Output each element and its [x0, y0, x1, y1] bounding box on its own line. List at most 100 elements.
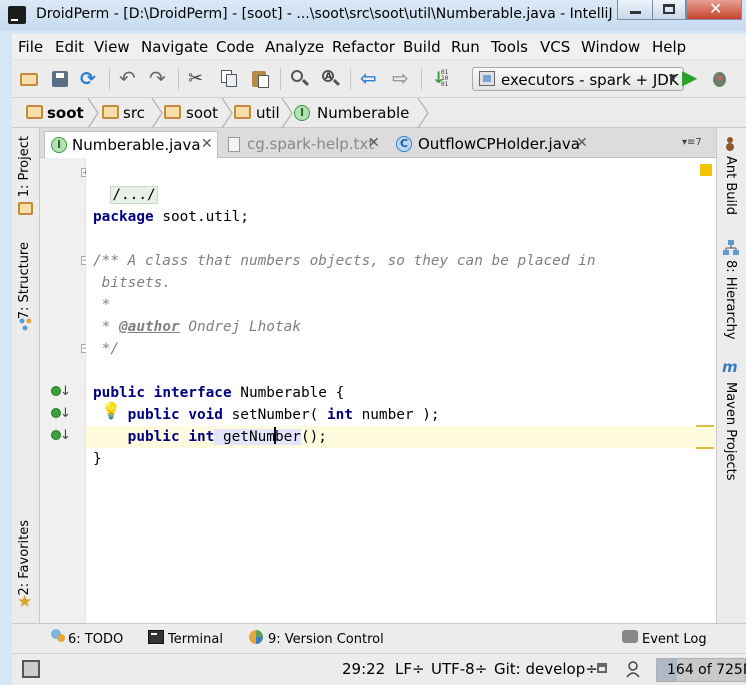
right-tool-window-strip: Ant Build 8: Hierarchy m Maven Projects	[716, 128, 746, 623]
git-branch[interactable]: Git: develop÷	[494, 660, 598, 678]
window-title: DroidPerm - [D:\DroidPerm] - [soot] - ..…	[36, 6, 646, 22]
editor-tab-bar: I Numberable.java ✕ cg.spark-help.txt ✕ …	[40, 128, 716, 158]
package-name: soot.util;	[153, 209, 249, 225]
error-stripe-indicator[interactable]	[700, 164, 712, 176]
menu-window[interactable]: Window	[581, 38, 640, 56]
tab-cg-spark-help-txt[interactable]: cg.spark-help.txt ✕	[222, 131, 386, 158]
line-separator[interactable]: LF÷	[395, 660, 425, 678]
close-tab-icon[interactable]: ✕	[368, 135, 380, 151]
menu-run[interactable]: Run	[451, 38, 480, 56]
down-arrow-icon: ↓	[60, 428, 71, 443]
keyword: interface	[153, 385, 232, 401]
menu-tools[interactable]: Tools	[491, 38, 528, 56]
breadcrumb-label: soot	[47, 104, 84, 122]
status-bar: 29:22 LF÷ UTF-8÷ Git: develop÷ 164 of 72…	[12, 653, 746, 685]
back-icon[interactable]: ⇦	[360, 68, 380, 88]
tool-window-maven-projects[interactable]: Maven Projects	[723, 382, 738, 481]
redo-icon[interactable]: ↷	[149, 68, 169, 88]
run-config-label: executors - spark + JDK	[501, 71, 679, 89]
toolbar-separator	[109, 68, 110, 90]
todo-icon	[50, 628, 66, 644]
find-icon[interactable]	[290, 70, 310, 88]
breadcrumb-separator	[150, 97, 164, 129]
undo-icon[interactable]: ↶	[119, 68, 139, 88]
ant-build-tool-label: Ant Build	[723, 156, 738, 215]
package-folder-icon	[234, 105, 251, 119]
interface-icon: I	[294, 105, 310, 121]
keyword: public	[127, 407, 180, 423]
tab-numberable-java[interactable]: I Numberable.java ✕	[44, 131, 218, 158]
code-line: *	[93, 297, 111, 313]
file-encoding[interactable]: UTF-8÷	[431, 660, 487, 678]
tool-window-todo[interactable]: 6: TODO	[68, 632, 123, 647]
tool-window-hierarchy[interactable]: 8: Hierarchy	[723, 260, 738, 340]
tool-window-event-log[interactable]: Event Log	[642, 632, 707, 647]
javadoc-tag: @author	[119, 319, 180, 335]
copy-icon[interactable]	[219, 70, 239, 88]
menu-vcs[interactable]: VCS	[540, 38, 570, 56]
project-folder-icon	[18, 202, 33, 215]
debug-icon[interactable]	[710, 70, 730, 88]
maximize-button[interactable]	[652, 0, 686, 20]
forward-icon[interactable]: ⇨	[392, 68, 412, 88]
lock-icon[interactable]	[597, 663, 607, 673]
tool-window-ant-build[interactable]: Ant Build	[723, 156, 738, 215]
code-text: Numberable {	[231, 385, 345, 401]
tool-window-terminal[interactable]: Terminal	[168, 632, 223, 647]
breadcrumb-item-soot-module[interactable]: soot	[18, 98, 88, 128]
package-folder-icon	[164, 105, 181, 119]
code-text: setNumber(	[222, 407, 327, 423]
inspector-icon[interactable]	[624, 660, 642, 678]
folded-region[interactable]: /.../	[110, 186, 158, 204]
menu-refactor[interactable]: Refactor	[332, 38, 395, 56]
code-text: ber	[274, 429, 301, 445]
replace-icon[interactable]: A	[321, 70, 341, 88]
menu-file[interactable]: File	[18, 38, 43, 56]
run-icon[interactable]: ▶	[682, 67, 702, 87]
caret-position[interactable]: 29:22	[342, 660, 385, 678]
minimize-button[interactable]	[617, 0, 653, 20]
paste-icon[interactable]	[251, 70, 271, 88]
run-configuration-selector[interactable]: executors - spark + JDK ▼	[472, 67, 684, 91]
menu-code[interactable]: Code	[216, 38, 254, 56]
sync-icon[interactable]: ⟳	[80, 70, 100, 89]
code-text: ();	[300, 429, 327, 445]
breadcrumb-item-numberable[interactable]: I Numberable	[294, 98, 418, 128]
toggle-tool-buttons-icon[interactable]	[22, 660, 40, 678]
code-line: public void setNumber( int number );	[93, 404, 440, 426]
caret-row-marker	[696, 447, 714, 449]
open-folder-icon[interactable]	[20, 70, 40, 88]
make-icon[interactable]: ↓ 01 10 01	[430, 70, 450, 88]
keyword: int	[326, 407, 353, 423]
menu-help[interactable]: Help	[652, 38, 686, 56]
breadcrumb-separator	[416, 97, 430, 129]
memory-indicator[interactable]: 164 of 725M	[656, 658, 746, 682]
chevron-down-icon: ▼	[669, 73, 677, 84]
save-icon[interactable]	[51, 70, 71, 88]
tool-window-version-control[interactable]: 9: Version Control	[268, 632, 384, 647]
version-control-icon	[248, 629, 264, 645]
memory-usage-label: 164 of 725M	[667, 662, 746, 678]
keyword: public	[127, 429, 180, 445]
menu-view[interactable]: View	[94, 38, 130, 56]
menu-build[interactable]: Build	[403, 38, 441, 56]
menu-navigate[interactable]: Navigate	[141, 38, 208, 56]
folder-icon	[102, 105, 119, 119]
close-tab-icon[interactable]: ✕	[201, 136, 213, 152]
comment-text: *	[93, 319, 119, 335]
tab-overflow-button[interactable]: ▾≡7	[682, 137, 702, 148]
lightbulb-icon[interactable]: 💡	[101, 401, 121, 420]
code-line: /** A class that numbers objects, so the…	[93, 253, 596, 269]
tab-list-icon: ▾≡	[682, 137, 696, 148]
menu-analyze[interactable]: Analyze	[265, 38, 324, 56]
keyword: int	[188, 429, 215, 445]
tab-outflowcpholder-java[interactable]: C OutflowCPHolder.java ✕	[390, 131, 596, 158]
tab-label: Numberable.java	[72, 136, 201, 154]
menu-edit[interactable]: Edit	[55, 38, 84, 56]
cut-icon[interactable]: ✂	[188, 70, 208, 88]
close-window-button[interactable]: ✕	[686, 0, 742, 20]
keyword: public	[93, 385, 145, 401]
caret-row-marker	[696, 425, 714, 427]
close-tab-icon[interactable]: ✕	[576, 135, 588, 151]
